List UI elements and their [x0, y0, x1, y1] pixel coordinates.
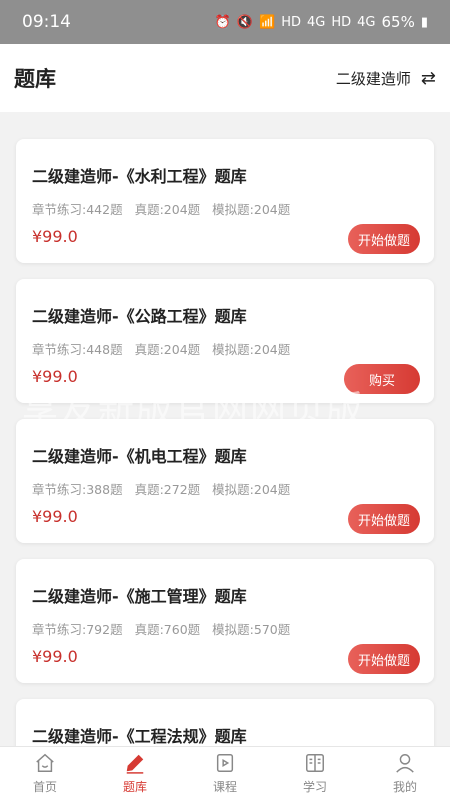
chapter-count: 章节练习:448题: [32, 342, 123, 357]
question-bank-list[interactable]: 二级建造师-《水利工程》题库 章节练习:442题 真题:204题 模拟题:204…: [0, 112, 450, 746]
bank-stats: 章节练习:792题 真题:760题 模拟题:570题: [32, 619, 418, 638]
home-icon: [36, 753, 54, 772]
question-bank-card[interactable]: 二级建造师-《公路工程》题库 章节练习:448题 真题:204题 模拟题:204…: [16, 279, 434, 403]
status-bar: 09:14 ⏰ 🔇 📶 HD 4G HD 4G 65% ▮: [0, 0, 450, 44]
wifi-icon: 📶: [259, 14, 276, 30]
bank-name: 二级建造师-《施工管理》题库: [32, 587, 247, 606]
mock-count: 模拟题:570题: [212, 622, 291, 637]
tab-home[interactable]: 首页: [0, 747, 90, 800]
buy-button[interactable]: 购买: [344, 364, 420, 394]
swap-icon[interactable]: ⇄: [421, 68, 436, 89]
tab-label: 题库: [122, 780, 147, 794]
bank-name: 二级建造师-《水利工程》题库: [32, 167, 247, 186]
alarm-icon: ⏰: [214, 14, 231, 30]
mute-icon: 🔇: [236, 14, 253, 30]
tab-mine[interactable]: 我的: [360, 747, 450, 800]
battery-icon: ▮: [420, 14, 428, 30]
status-icons: ⏰ 🔇 📶 HD 4G HD 4G 65% ▮: [215, 13, 428, 31]
tab-courses[interactable]: 课程: [180, 747, 270, 800]
chapter-count: 章节练习:388题: [32, 482, 123, 497]
pen-icon: [126, 754, 144, 774]
start-practice-button[interactable]: 开始做题: [347, 224, 420, 254]
bank-name: 二级建造师-《工程法规》题库: [32, 727, 247, 746]
question-bank-card[interactable]: 二级建造师-《水利工程》题库 章节练习:442题 真题:204题 模拟题:204…: [16, 139, 434, 263]
question-bank-card[interactable]: 二级建造师-《机电工程》题库 章节练习:388题 真题:272题 模拟题:204…: [16, 419, 434, 543]
real-count: 真题:760题: [134, 622, 201, 637]
tab-study[interactable]: 学习: [270, 747, 360, 800]
user-icon: [396, 754, 414, 773]
chapter-count: 章节练习:792题: [32, 622, 123, 637]
bottom-tab-bar: 首页 题库 课程 学习 我的: [0, 746, 450, 800]
tab-label: 我的: [392, 780, 417, 794]
question-bank-card[interactable]: 二级建造师-《施工管理》题库 章节练习:792题 真题:760题 模拟题:570…: [16, 559, 434, 683]
bank-price: ¥99.0: [32, 507, 78, 526]
chapter-count: 章节练习:442题: [32, 202, 123, 217]
network-type: HD: [331, 14, 352, 30]
tab-question-bank[interactable]: 题库: [90, 747, 180, 800]
bank-price: ¥99.0: [32, 367, 78, 386]
bank-stats: 章节练习:388题 真题:272题 模拟题:204题: [32, 479, 418, 498]
book-icon: [306, 754, 324, 772]
mock-count: 模拟题:204题: [212, 482, 291, 497]
network-type: 4G: [306, 14, 326, 30]
real-count: 真题:272题: [134, 482, 201, 497]
tab-label: 课程: [212, 780, 237, 794]
start-practice-button[interactable]: 开始做题: [347, 504, 420, 534]
page-title: 题库: [14, 67, 56, 91]
exam-switcher[interactable]: 二级建造师 ⇄: [336, 68, 436, 89]
start-practice-button[interactable]: 开始做题: [347, 644, 420, 674]
tab-label: 学习: [302, 780, 327, 794]
battery-level: 65%: [381, 13, 415, 31]
bank-name: 二级建造师-《公路工程》题库: [32, 307, 247, 326]
status-time: 09:14: [22, 12, 71, 32]
tab-label: 首页: [32, 780, 57, 794]
question-bank-card[interactable]: 二级建造师-《工程法规》题库: [16, 699, 434, 746]
network-type: HD: [281, 14, 301, 30]
mock-count: 模拟题:204题: [212, 342, 291, 357]
bank-stats: 章节练习:442题 真题:204题 模拟题:204题: [32, 199, 418, 218]
bank-name: 二级建造师-《机电工程》题库: [32, 447, 247, 466]
bank-price: ¥99.0: [32, 647, 78, 666]
real-count: 真题:204题: [134, 342, 201, 357]
bank-stats: 章节练习:448题 真题:204题 模拟题:204题: [32, 339, 418, 358]
real-count: 真题:204题: [134, 202, 201, 217]
selected-exam-label: 二级建造师: [335, 69, 411, 88]
bank-price: ¥99.0: [32, 227, 78, 246]
video-icon: [216, 754, 234, 772]
network-type: 4G: [357, 14, 376, 30]
page-header: 题库 二级建造师 ⇄: [0, 44, 450, 112]
mock-count: 模拟题:204题: [212, 202, 291, 217]
